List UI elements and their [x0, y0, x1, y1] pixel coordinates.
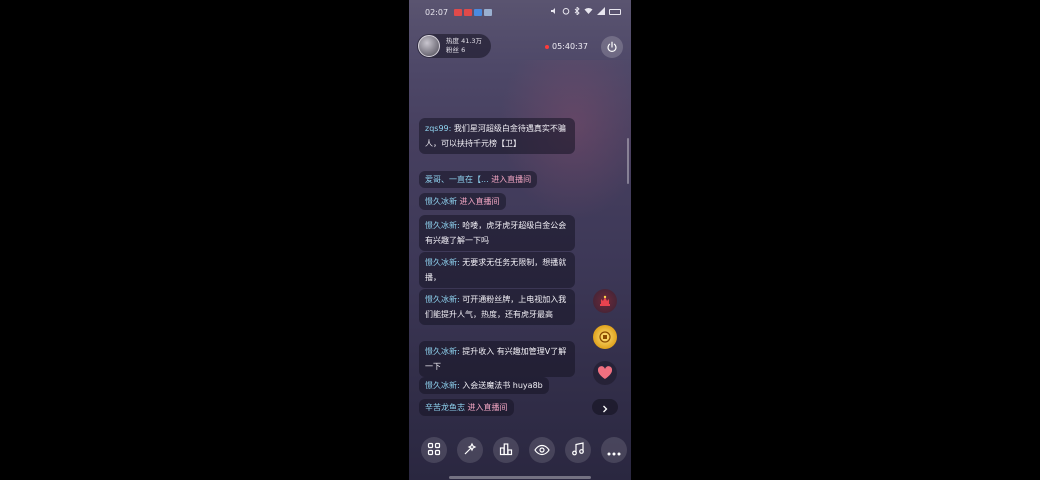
notification-icon: [464, 8, 473, 16]
chat-username[interactable]: 憬久冰新:: [425, 221, 460, 230]
medal-gift-icon[interactable]: [593, 325, 617, 349]
streamer-info[interactable]: 热度 41.3万 粉丝 6: [417, 34, 491, 58]
status-time: 02:07: [425, 7, 449, 17]
viewers-button[interactable]: [529, 437, 555, 463]
scrollbar[interactable]: [627, 138, 629, 184]
status-bar: 02:07: [409, 4, 631, 20]
signal-icon: [597, 7, 605, 17]
eye-icon: [534, 441, 550, 460]
power-icon: [606, 38, 618, 57]
chat-username[interactable]: 憬久冰新:: [425, 381, 460, 390]
notification-icon: [474, 8, 483, 16]
chat-message[interactable]: 爱哥、一直在【... 进入直播间: [419, 171, 538, 188]
popularity-text: 热度 41.3万: [446, 37, 483, 45]
enter-room-text: 进入直播间: [491, 175, 532, 184]
apps-icon: [427, 441, 441, 460]
fans-text: 粉丝 6: [446, 46, 466, 54]
chat-message[interactable]: 憬久冰新: 提升收入 有兴趣加管理V了解一下: [419, 341, 575, 377]
apps-button[interactable]: [421, 437, 447, 463]
streamer-stats: 热度 41.3万 粉丝 6: [446, 37, 482, 55]
chat-username[interactable]: 憬久冰新:: [425, 295, 460, 304]
more-button[interactable]: [601, 437, 627, 463]
chat-text: 入会送魔法书 huya8b: [462, 381, 543, 390]
notification-icon: [454, 8, 463, 16]
heart-gift-icon[interactable]: [593, 361, 617, 385]
live-dot-icon: [545, 44, 549, 49]
chat-username[interactable]: 辛苦龙鱼志: [425, 403, 465, 412]
notification-icon: [484, 8, 493, 16]
home-indicator[interactable]: [449, 476, 591, 479]
alarm-icon: [562, 7, 570, 17]
magic-wand-icon: [463, 441, 477, 460]
enter-room-text: 进入直播间: [467, 403, 508, 412]
chat-username[interactable]: zqs99:: [425, 124, 451, 133]
more-icon: [607, 441, 621, 460]
status-icons: [550, 5, 621, 17]
chat-message[interactable]: 憬久冰新: 哈喽，虎牙虎牙超级白金公会有兴趣了解一下吗: [419, 215, 575, 251]
throne-gift-icon[interactable]: [593, 289, 617, 313]
chat-username[interactable]: 憬久冰新: [425, 197, 457, 206]
bottom-toolbar: [421, 437, 627, 463]
live-timer-text: 05:40:37: [552, 42, 588, 51]
close-live-button[interactable]: [601, 36, 623, 58]
expand-button[interactable]: [592, 399, 618, 415]
effects-button[interactable]: [457, 437, 483, 463]
bluetooth-icon: [574, 5, 580, 17]
battery-icon: [609, 9, 621, 15]
enter-room-text: 进入直播间: [459, 197, 500, 206]
avatar[interactable]: [418, 35, 440, 57]
live-timer: 05:40:37: [545, 42, 588, 51]
music-icon: [571, 441, 585, 460]
phone-screen: 02:07 热度 41.3万 粉丝 6 05:40:37 zqs99: 我们星河…: [409, 0, 631, 480]
mute-icon: [550, 7, 558, 17]
chat-message[interactable]: 憬久冰新 进入直播间: [419, 193, 506, 210]
chevron-right-icon: [601, 398, 609, 417]
ranking-button[interactable]: [493, 437, 519, 463]
chat-message[interactable]: zqs99: 我们星河超级白金待遇真实不骗人，可以扶持千元榜【卫】: [419, 118, 575, 154]
chat-message[interactable]: 辛苦龙鱼志 进入直播间: [419, 399, 514, 416]
chat-username[interactable]: 憬久冰新:: [425, 347, 460, 356]
chat-message[interactable]: 憬久冰新: 可开通粉丝牌，上电视加入我们能提升人气，热度，还有虎牙最高: [419, 289, 575, 325]
chat-message[interactable]: 憬久冰新: 无要求无任务无限制，想播就播，: [419, 252, 575, 288]
chat-username[interactable]: 爱哥、一直在【...: [425, 175, 489, 184]
ranking-icon: [499, 441, 513, 460]
chat-message[interactable]: 憬久冰新: 入会送魔法书 huya8b: [419, 377, 549, 394]
chat-username[interactable]: 憬久冰新:: [425, 258, 460, 267]
wifi-icon: [584, 7, 593, 17]
music-button[interactable]: [565, 437, 591, 463]
